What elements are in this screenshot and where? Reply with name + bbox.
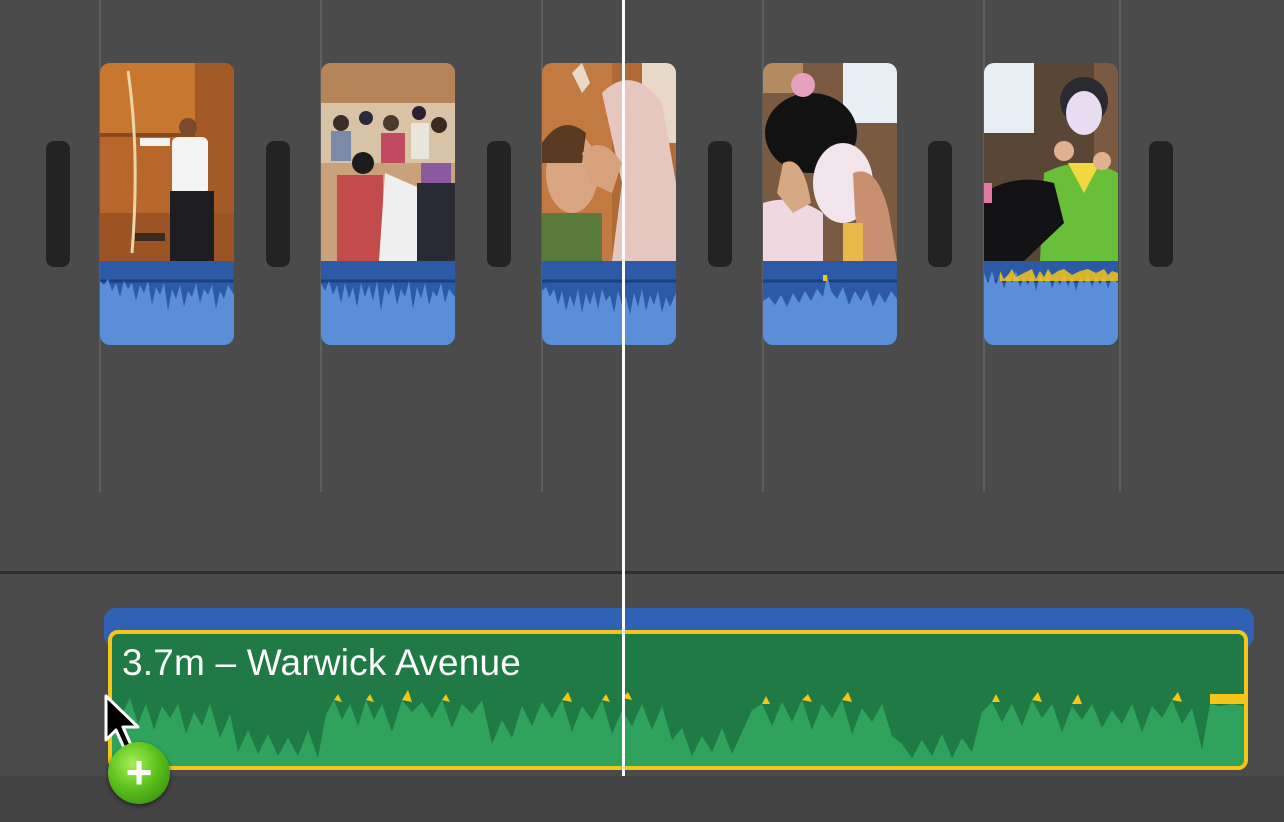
plus-icon: +	[125, 745, 153, 798]
clip-audio-waveform	[763, 261, 897, 345]
timeline-footer	[0, 776, 1284, 822]
video-clip-3[interactable]	[542, 63, 676, 345]
clip-audio-waveform	[984, 261, 1118, 345]
video-clip-5[interactable]	[984, 63, 1118, 345]
clip-thumbnail	[763, 63, 897, 261]
music-clip-selected[interactable]: 3.7m – Warwick Avenue	[108, 630, 1248, 770]
transition-handle[interactable]	[928, 141, 952, 267]
project-timeline[interactable]: 3.7m – Warwick Avenue +	[0, 0, 1284, 822]
transition-handle[interactable]	[487, 141, 511, 267]
playhead[interactable]	[622, 0, 625, 776]
clip-thumbnail	[100, 63, 234, 261]
video-clip-1[interactable]	[100, 63, 234, 345]
clip-thumbnail	[321, 63, 455, 261]
transition-handle[interactable]	[266, 141, 290, 267]
clip-audio-waveform	[100, 261, 234, 345]
clip-boundary-line	[1119, 0, 1121, 492]
video-clip-2[interactable]	[321, 63, 455, 345]
transition-handle[interactable]	[708, 141, 732, 267]
video-clip-4[interactable]	[763, 63, 897, 345]
music-clip-title: 3.7m – Warwick Avenue	[122, 642, 522, 683]
clip-thumbnail	[542, 63, 676, 261]
transition-handle[interactable]	[46, 141, 70, 267]
clip-audio-waveform	[542, 261, 676, 345]
clip-audio-waveform	[321, 261, 455, 345]
clip-thumbnail	[984, 63, 1118, 261]
add-plus-icon[interactable]: +	[108, 742, 170, 804]
transition-handle[interactable]	[1149, 141, 1173, 267]
